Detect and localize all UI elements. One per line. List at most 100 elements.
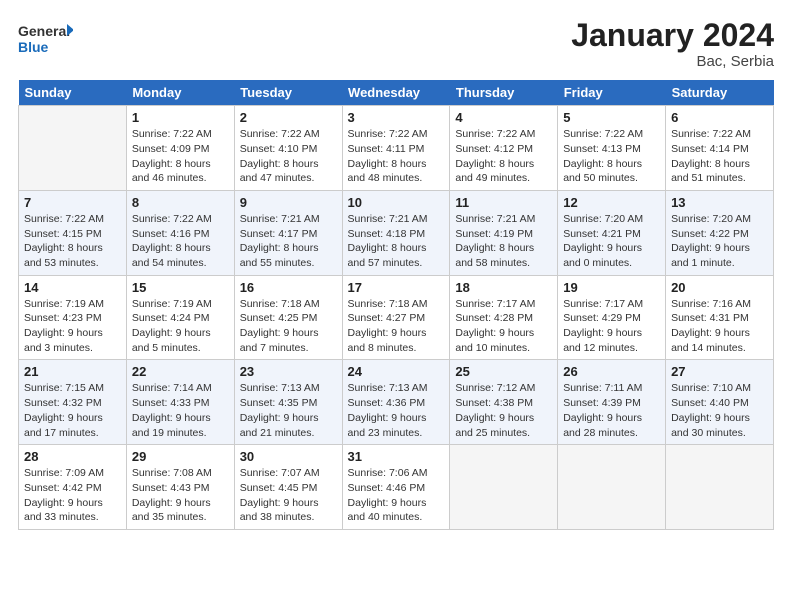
day-number: 23 (240, 364, 337, 379)
day-number: 20 (671, 280, 768, 295)
day-cell: 8 Sunrise: 7:22 AM Sunset: 4:16 PM Dayli… (126, 190, 234, 275)
day-cell: 20 Sunrise: 7:16 AM Sunset: 4:31 PM Dayl… (666, 275, 774, 360)
week-row-3: 14 Sunrise: 7:19 AM Sunset: 4:23 PM Dayl… (19, 275, 774, 360)
day-number: 12 (563, 195, 660, 210)
day-info: Sunrise: 7:21 AM Sunset: 4:19 PM Dayligh… (455, 212, 552, 271)
day-cell: 21 Sunrise: 7:15 AM Sunset: 4:32 PM Dayl… (19, 360, 127, 445)
day-info: Sunrise: 7:22 AM Sunset: 4:15 PM Dayligh… (24, 212, 121, 271)
day-cell: 29 Sunrise: 7:08 AM Sunset: 4:43 PM Dayl… (126, 445, 234, 530)
day-cell: 7 Sunrise: 7:22 AM Sunset: 4:15 PM Dayli… (19, 190, 127, 275)
day-number: 14 (24, 280, 121, 295)
day-cell: 28 Sunrise: 7:09 AM Sunset: 4:42 PM Dayl… (19, 445, 127, 530)
day-number: 15 (132, 280, 229, 295)
svg-text:Blue: Blue (18, 39, 49, 55)
day-number: 18 (455, 280, 552, 295)
day-info: Sunrise: 7:18 AM Sunset: 4:27 PM Dayligh… (348, 297, 445, 356)
day-info: Sunrise: 7:20 AM Sunset: 4:21 PM Dayligh… (563, 212, 660, 271)
location: Bac, Serbia (571, 53, 774, 70)
month-title: January 2024 (571, 18, 774, 53)
day-cell: 10 Sunrise: 7:21 AM Sunset: 4:18 PM Dayl… (342, 190, 450, 275)
day-info: Sunrise: 7:22 AM Sunset: 4:14 PM Dayligh… (671, 127, 768, 186)
day-cell: 18 Sunrise: 7:17 AM Sunset: 4:28 PM Dayl… (450, 275, 558, 360)
day-info: Sunrise: 7:22 AM Sunset: 4:13 PM Dayligh… (563, 127, 660, 186)
logo: General Blue (18, 18, 73, 60)
day-info: Sunrise: 7:19 AM Sunset: 4:23 PM Dayligh… (24, 297, 121, 356)
day-info: Sunrise: 7:22 AM Sunset: 4:10 PM Dayligh… (240, 127, 337, 186)
day-info: Sunrise: 7:11 AM Sunset: 4:39 PM Dayligh… (563, 381, 660, 440)
day-info: Sunrise: 7:22 AM Sunset: 4:12 PM Dayligh… (455, 127, 552, 186)
day-info: Sunrise: 7:18 AM Sunset: 4:25 PM Dayligh… (240, 297, 337, 356)
day-info: Sunrise: 7:17 AM Sunset: 4:28 PM Dayligh… (455, 297, 552, 356)
day-cell: 6 Sunrise: 7:22 AM Sunset: 4:14 PM Dayli… (666, 106, 774, 191)
day-cell: 12 Sunrise: 7:20 AM Sunset: 4:21 PM Dayl… (558, 190, 666, 275)
logo-svg: General Blue (18, 18, 73, 60)
day-info: Sunrise: 7:22 AM Sunset: 4:09 PM Dayligh… (132, 127, 229, 186)
day-info: Sunrise: 7:22 AM Sunset: 4:11 PM Dayligh… (348, 127, 445, 186)
day-number: 16 (240, 280, 337, 295)
day-info: Sunrise: 7:08 AM Sunset: 4:43 PM Dayligh… (132, 466, 229, 525)
day-number: 3 (348, 110, 445, 125)
day-number: 24 (348, 364, 445, 379)
day-cell: 19 Sunrise: 7:17 AM Sunset: 4:29 PM Dayl… (558, 275, 666, 360)
day-info: Sunrise: 7:15 AM Sunset: 4:32 PM Dayligh… (24, 381, 121, 440)
weekday-header-friday: Friday (558, 80, 666, 106)
week-row-4: 21 Sunrise: 7:15 AM Sunset: 4:32 PM Dayl… (19, 360, 774, 445)
day-number: 9 (240, 195, 337, 210)
day-cell (19, 106, 127, 191)
day-cell: 31 Sunrise: 7:06 AM Sunset: 4:46 PM Dayl… (342, 445, 450, 530)
day-number: 27 (671, 364, 768, 379)
svg-text:General: General (18, 23, 70, 39)
day-info: Sunrise: 7:06 AM Sunset: 4:46 PM Dayligh… (348, 466, 445, 525)
weekday-header-monday: Monday (126, 80, 234, 106)
day-cell (558, 445, 666, 530)
day-info: Sunrise: 7:22 AM Sunset: 4:16 PM Dayligh… (132, 212, 229, 271)
day-info: Sunrise: 7:21 AM Sunset: 4:17 PM Dayligh… (240, 212, 337, 271)
day-cell: 16 Sunrise: 7:18 AM Sunset: 4:25 PM Dayl… (234, 275, 342, 360)
day-cell: 5 Sunrise: 7:22 AM Sunset: 4:13 PM Dayli… (558, 106, 666, 191)
day-cell: 23 Sunrise: 7:13 AM Sunset: 4:35 PM Dayl… (234, 360, 342, 445)
weekday-header-wednesday: Wednesday (342, 80, 450, 106)
weekday-header-tuesday: Tuesday (234, 80, 342, 106)
weekday-header-row: SundayMondayTuesdayWednesdayThursdayFrid… (19, 80, 774, 106)
day-number: 21 (24, 364, 121, 379)
day-number: 13 (671, 195, 768, 210)
day-cell: 4 Sunrise: 7:22 AM Sunset: 4:12 PM Dayli… (450, 106, 558, 191)
week-row-5: 28 Sunrise: 7:09 AM Sunset: 4:42 PM Dayl… (19, 445, 774, 530)
day-number: 4 (455, 110, 552, 125)
week-row-2: 7 Sunrise: 7:22 AM Sunset: 4:15 PM Dayli… (19, 190, 774, 275)
day-info: Sunrise: 7:13 AM Sunset: 4:35 PM Dayligh… (240, 381, 337, 440)
day-info: Sunrise: 7:07 AM Sunset: 4:45 PM Dayligh… (240, 466, 337, 525)
day-cell: 9 Sunrise: 7:21 AM Sunset: 4:17 PM Dayli… (234, 190, 342, 275)
day-info: Sunrise: 7:19 AM Sunset: 4:24 PM Dayligh… (132, 297, 229, 356)
day-number: 26 (563, 364, 660, 379)
day-cell: 1 Sunrise: 7:22 AM Sunset: 4:09 PM Dayli… (126, 106, 234, 191)
day-number: 22 (132, 364, 229, 379)
day-info: Sunrise: 7:13 AM Sunset: 4:36 PM Dayligh… (348, 381, 445, 440)
day-info: Sunrise: 7:12 AM Sunset: 4:38 PM Dayligh… (455, 381, 552, 440)
day-number: 17 (348, 280, 445, 295)
day-info: Sunrise: 7:17 AM Sunset: 4:29 PM Dayligh… (563, 297, 660, 356)
title-block: January 2024 Bac, Serbia (571, 18, 774, 70)
day-cell (666, 445, 774, 530)
day-cell: 11 Sunrise: 7:21 AM Sunset: 4:19 PM Dayl… (450, 190, 558, 275)
day-cell: 15 Sunrise: 7:19 AM Sunset: 4:24 PM Dayl… (126, 275, 234, 360)
day-number: 29 (132, 449, 229, 464)
day-number: 11 (455, 195, 552, 210)
day-cell (450, 445, 558, 530)
weekday-header-thursday: Thursday (450, 80, 558, 106)
day-number: 5 (563, 110, 660, 125)
day-number: 10 (348, 195, 445, 210)
day-cell: 24 Sunrise: 7:13 AM Sunset: 4:36 PM Dayl… (342, 360, 450, 445)
day-number: 6 (671, 110, 768, 125)
weekday-header-saturday: Saturday (666, 80, 774, 106)
day-number: 19 (563, 280, 660, 295)
day-cell: 3 Sunrise: 7:22 AM Sunset: 4:11 PM Dayli… (342, 106, 450, 191)
day-cell: 13 Sunrise: 7:20 AM Sunset: 4:22 PM Dayl… (666, 190, 774, 275)
day-info: Sunrise: 7:14 AM Sunset: 4:33 PM Dayligh… (132, 381, 229, 440)
day-number: 31 (348, 449, 445, 464)
day-info: Sunrise: 7:09 AM Sunset: 4:42 PM Dayligh… (24, 466, 121, 525)
calendar-table: SundayMondayTuesdayWednesdayThursdayFrid… (18, 80, 774, 530)
day-cell: 14 Sunrise: 7:19 AM Sunset: 4:23 PM Dayl… (19, 275, 127, 360)
day-number: 1 (132, 110, 229, 125)
day-number: 28 (24, 449, 121, 464)
